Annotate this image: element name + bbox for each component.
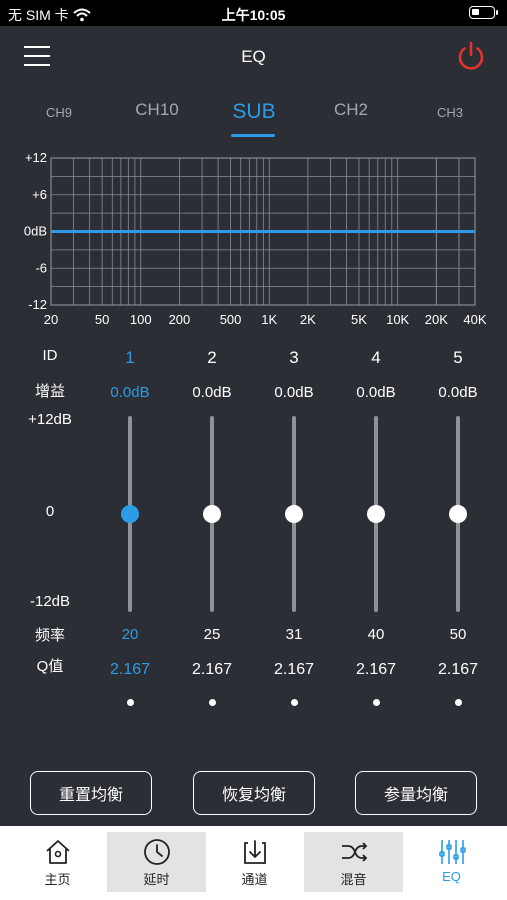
graph-x-label: 40K (463, 312, 486, 327)
parametric-eq-button[interactable]: 参量均衡 (355, 771, 477, 815)
band-2-id[interactable]: 2 (172, 348, 252, 368)
status-time: 上午10:05 (221, 7, 286, 23)
band-1-id[interactable]: 1 (90, 348, 170, 368)
graph-x-label: 200 (169, 312, 191, 327)
battery-icon (469, 6, 498, 19)
band-2-indicator-dot (209, 699, 216, 706)
home-icon (45, 840, 70, 864)
band-1-freq[interactable]: 20 (90, 626, 170, 643)
tabbar-channel-label: 通道 (241, 872, 268, 887)
band-3-freq[interactable]: 31 (254, 626, 334, 643)
tabbar-home-label: 主页 (44, 872, 71, 887)
graph-x-label: 1K (261, 312, 277, 327)
tabbar-delay[interactable]: 延时 (107, 832, 206, 892)
band-2-gain[interactable]: 0.0dB (172, 384, 252, 401)
band-3-indicator-dot (291, 699, 298, 706)
tabbar-delay-label: 延时 (143, 872, 170, 887)
band-2-slider-knob[interactable] (203, 505, 221, 523)
tabbar-eq[interactable]: EQ (402, 832, 501, 892)
q-label: Q值 (36, 658, 64, 675)
tab-active-indicator (231, 134, 275, 137)
graph-x-label: 10K (386, 312, 409, 327)
page-title: EQ (241, 47, 266, 66)
bottom-tab-bar: 主页 延时 通道 混音 EQ (0, 826, 507, 900)
graph-x-label: 500 (220, 312, 242, 327)
band-1-q[interactable]: 2.167 (90, 661, 170, 679)
graph-x-label: 20 (44, 312, 58, 327)
power-icon[interactable] (455, 40, 487, 72)
band-4-slider-knob[interactable] (367, 505, 385, 523)
graph-y-label: +6 (32, 187, 47, 202)
graph-x-label: 50 (95, 312, 109, 327)
graph-y-label: +12 (25, 150, 47, 165)
band-1-gain[interactable]: 0.0dB (90, 384, 170, 401)
graph-x-label: 20K (425, 312, 448, 327)
status-bar: 无 SIM 卡 上午10:05 (0, 0, 507, 26)
tabbar-eq-label: EQ (442, 869, 461, 884)
band-5-id[interactable]: 5 (418, 348, 498, 368)
freq-label: 频率 (34, 627, 65, 644)
band-5-q[interactable]: 2.167 (418, 661, 498, 679)
gain-zero-label: 0 (45, 503, 55, 520)
band-5-slider-knob[interactable] (449, 505, 467, 523)
band-4-gain[interactable]: 0.0dB (336, 384, 416, 401)
band-5-freq[interactable]: 50 (418, 626, 498, 643)
band-3-slider-knob[interactable] (285, 505, 303, 523)
band-1-indicator-dot (127, 699, 134, 706)
graph-x-label: 5K (351, 312, 367, 327)
band-4-q[interactable]: 2.167 (336, 661, 416, 679)
band-5-gain[interactable]: 0.0dB (418, 384, 498, 401)
graph-x-label: 2K (300, 312, 316, 327)
gain-min-label: -12dB (29, 593, 71, 610)
band-4-freq[interactable]: 40 (336, 626, 416, 643)
tabbar-mix-label: 混音 (340, 872, 367, 887)
band-3-gain[interactable]: 0.0dB (254, 384, 334, 401)
id-label: ID (42, 347, 58, 364)
tab-sub[interactable]: SUB (206, 100, 302, 124)
tabbar-mix[interactable]: 混音 (304, 832, 403, 892)
graph-y-label: 0dB (24, 224, 47, 239)
graph-x-label: 100 (130, 312, 152, 327)
reset-eq-button[interactable]: 重置均衡 (30, 771, 152, 815)
graph-y-label: -6 (35, 260, 47, 275)
shuffle-icon (341, 842, 367, 862)
graph-y-label: -12 (28, 297, 47, 312)
band-2-freq[interactable]: 25 (172, 626, 252, 643)
restore-eq-button[interactable]: 恢复均衡 (193, 771, 315, 815)
band-1-slider-knob[interactable] (121, 505, 139, 523)
tab-ch2[interactable]: CH2 (303, 100, 399, 120)
band-5-indicator-dot (455, 699, 462, 706)
tab-ch3[interactable]: CH3 (402, 105, 498, 120)
tabbar-home[interactable]: 主页 (8, 832, 107, 892)
battery-level (472, 9, 479, 15)
gain-max-label: +12dB (28, 411, 72, 428)
eq-response-graph: +12 +6 0dB -6 -1220 50 100 200 500 1K 2K 5K 10K 20K 40… (24, 150, 487, 327)
band-2-q[interactable]: 2.167 (172, 661, 252, 679)
clock-icon (143, 839, 170, 865)
band-3-id[interactable]: 3 (254, 348, 334, 368)
band-3-q[interactable]: 2.167 (254, 661, 334, 679)
tabbar-channel[interactable]: 通道 (205, 832, 304, 892)
channel-download-icon (243, 840, 266, 864)
band-4-indicator-dot (373, 699, 380, 706)
eq-sliders-icon (438, 840, 466, 864)
gain-label: 增益 (34, 383, 65, 400)
band-4-id[interactable]: 4 (336, 348, 416, 368)
tab-ch10[interactable]: CH10 (109, 100, 205, 120)
tab-ch9[interactable]: CH9 (11, 105, 107, 120)
